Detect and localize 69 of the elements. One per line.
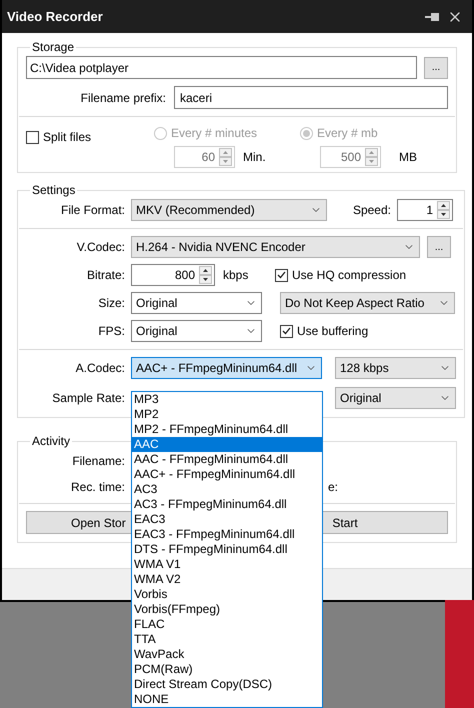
dropdown[interactable]: MKV (Recommended)	[131, 199, 327, 221]
checkbox-label: Use buffering	[297, 323, 368, 340]
dropdown[interactable]: Original	[131, 320, 262, 342]
prefix-field[interactable]: kaceri	[174, 86, 448, 109]
unit-label: MB	[399, 149, 417, 166]
field-label: Filename:	[71, 453, 125, 470]
radio-label: Every # mb	[317, 125, 378, 142]
dropdown-option[interactable]: Vorbis	[132, 587, 322, 602]
radio-label: Every # minutes	[171, 125, 258, 142]
dropdown-option[interactable]: AAC	[132, 437, 322, 452]
unit-label: Min.	[243, 149, 266, 166]
dropdown[interactable]: AAC+ - FFmpegMininum64.dll	[131, 357, 322, 379]
checkbox[interactable]	[275, 268, 288, 282]
window-title: Video Recorder	[7, 8, 104, 26]
field-label: V.Codec:	[76, 239, 125, 256]
field-label: A.Codec:	[74, 360, 125, 377]
checkbox-label: Use HQ compression	[292, 267, 406, 284]
dropdown-option[interactable]: Vorbis(FFmpeg)	[132, 602, 322, 617]
spin-field[interactable]: 800	[131, 264, 215, 286]
dropdown-option[interactable]: AAC+ - FFmpegMininum64.dll	[132, 467, 322, 482]
dropdown-option[interactable]: FLAC	[132, 617, 322, 632]
dropdown-option[interactable]: AC3	[132, 482, 322, 497]
dropdown[interactable]: 128 kbps	[335, 357, 456, 379]
field-label: Rec. time:	[70, 479, 125, 496]
field-label: File Format:	[60, 202, 125, 219]
group-title: Storage	[31, 39, 76, 56]
dropdown-option[interactable]: WMA V1	[132, 557, 322, 572]
checkbox[interactable]	[26, 130, 39, 144]
radio-button[interactable]	[300, 126, 313, 140]
pin-icon[interactable]	[425, 12, 439, 22]
dropdown-option[interactable]: AAC - FFmpegMininum64.dll	[132, 452, 322, 467]
dropdown-option[interactable]: MP3	[132, 392, 322, 407]
dropdown[interactable]: Original	[131, 292, 262, 314]
path-field[interactable]: C:\Videa potplayer	[26, 56, 417, 79]
dropdown-option[interactable]: AC3 - FFmpegMininum64.dll	[132, 497, 322, 512]
field-label: Sample Rate:	[51, 390, 125, 407]
dropdown-option[interactable]: NONE	[132, 692, 322, 707]
browse-button[interactable]: ...	[424, 56, 448, 78]
dropdown[interactable]: Original	[335, 387, 456, 409]
spin-arrows-icon[interactable]	[437, 201, 450, 219]
group-title: Settings	[31, 182, 76, 199]
dropdown[interactable]: Do Not Keep Aspect Ratio	[280, 292, 455, 314]
spin-field[interactable]: 1	[397, 199, 453, 221]
checkbox-label: Split files	[43, 129, 92, 146]
dropdown-option[interactable]: WMA V2	[132, 572, 322, 587]
codec-settings-button[interactable]: ...	[427, 236, 451, 258]
unit-label: kbps	[223, 267, 250, 284]
checkmark-icon	[277, 271, 286, 279]
field-label: Bitrate:	[86, 267, 125, 284]
checkbox[interactable]	[280, 324, 293, 338]
dropdown-option[interactable]: TTA	[132, 632, 322, 647]
dropdown-option[interactable]: DTS - FFmpegMininum64.dll	[132, 542, 322, 557]
spin-arrows-icon[interactable]	[199, 266, 212, 284]
field-label: e:	[328, 479, 338, 496]
field-label: FPS:	[97, 323, 125, 340]
radio-button[interactable]	[154, 126, 167, 140]
dropdown-option[interactable]: WavPack	[132, 647, 322, 662]
field-label: Size:	[97, 295, 125, 312]
dropdown-option[interactable]: PCM(Raw)	[132, 662, 322, 677]
field-label: Filename prefix:	[80, 90, 166, 106]
dropdown[interactable]: H.264 - Nvidia NVENC Encoder	[131, 236, 420, 258]
spin-field[interactable]: 60	[174, 146, 235, 168]
field-label: Speed:	[352, 202, 391, 219]
dropdown-option[interactable]: MP2	[132, 407, 322, 422]
dropdown-option[interactable]: Direct Stream Copy(DSC)	[132, 677, 322, 692]
group-title: Activity	[31, 433, 72, 450]
dropdown-option[interactable]: MP2 - FFmpegMininum64.dll	[132, 422, 322, 437]
spin-field[interactable]: 500	[320, 146, 381, 168]
checkmark-icon	[282, 327, 291, 335]
